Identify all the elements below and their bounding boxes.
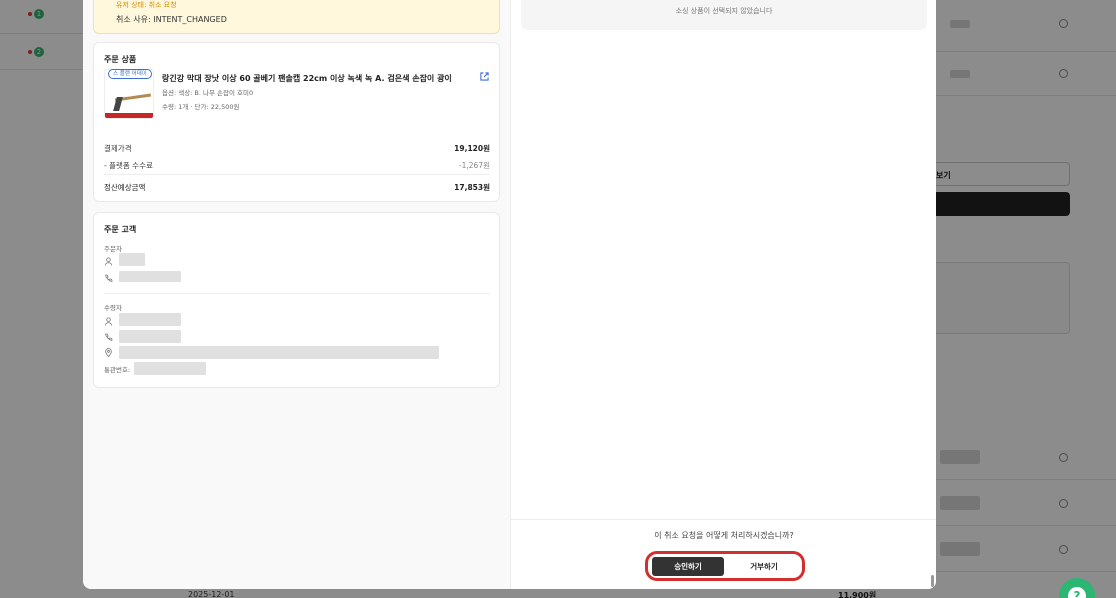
price-label: 결제가격 — [104, 144, 132, 153]
recipient-address-redacted — [119, 346, 439, 359]
sourcing-note: 소싱 상품이 선택되지 않았습니다 — [675, 7, 773, 15]
order-product-card: 주문 상품 스 플랜 어데이 랑긴강 막대 장낫 이상 60 골베기 팬솔캡 2… — [93, 42, 500, 202]
divider — [104, 174, 490, 175]
cancel-reason: 취소 사유: INTENT_CHANGED — [116, 15, 227, 24]
status-box: 유저 상태: 취소 요청 취소 사유: INTENT_CHANGED — [93, 0, 500, 34]
recipient-name-redacted — [119, 313, 181, 326]
thumb-band — [105, 113, 153, 118]
card-title: 주문 고객 — [104, 225, 137, 234]
phone-icon — [105, 333, 113, 341]
help-icon: ? — [1068, 587, 1086, 598]
divider — [104, 293, 490, 294]
price-label: - 플랫폼 수수료 — [104, 161, 153, 170]
orderer-label: 주문자 — [104, 245, 122, 253]
product-option: 옵션: 색상: B. 나무 손잡이 호미0 — [162, 89, 254, 97]
customs-label: 통관번호: — [104, 366, 131, 374]
product-qty-price: 수량: 1개 · 단가: 22,500원 — [162, 103, 240, 111]
card-title: 주문 상품 — [104, 55, 137, 64]
scrollbar[interactable] — [931, 575, 934, 587]
approve-button[interactable]: 승인하기 — [652, 557, 724, 576]
customs-number-redacted — [134, 362, 206, 375]
phone-icon — [105, 274, 113, 282]
decision-question: 이 취소 요청을 어떻게 처리하시겠습니까? — [654, 531, 794, 540]
orderer-name-redacted — [119, 253, 145, 266]
cancel-request-modal: 유저 상태: 취소 요청 취소 사유: INTENT_CHANGED 주문 상품… — [83, 0, 936, 589]
external-link-icon[interactable] — [480, 72, 489, 81]
customer-card: 주문 고객 주문자 수령자 통관번호: — [93, 212, 500, 388]
price-label: 정산예상금액 — [104, 183, 146, 192]
person-icon — [104, 257, 113, 266]
sourcing-panel: 소싱 상품이 선택되지 않았습니다 — [521, 0, 927, 30]
recipient-label: 수령자 — [104, 304, 122, 312]
modal-right-column: 소싱 상품이 선택되지 않았습니다 이 취소 요청을 어떻게 처리하시겠습니까?… — [510, 0, 936, 589]
orderer-phone-redacted — [119, 271, 181, 282]
modal-left-column: 유저 상태: 취소 요청 취소 사유: INTENT_CHANGED 주문 상품… — [83, 0, 510, 589]
person-icon — [104, 317, 113, 326]
price-value: 17,853원 — [454, 183, 490, 192]
decision-footer: 이 취소 요청을 어떻게 처리하시겠습니까? 승인하기 거부하기 — [511, 519, 936, 589]
location-icon — [105, 348, 112, 357]
reject-button[interactable]: 거부하기 — [728, 557, 800, 576]
partner-badge: 스 플랜 어데이 — [108, 69, 152, 79]
status-line: 유저 상태: 취소 요청 — [116, 1, 177, 9]
product-name: 랑긴강 막대 장낫 이상 60 골베기 팬솔캡 22cm 이상 녹색 녹 A. … — [162, 74, 452, 83]
price-value: -1,267원 — [458, 161, 490, 170]
recipient-phone-redacted — [119, 330, 181, 343]
price-value: 19,120원 — [454, 144, 490, 153]
decision-button-group: 승인하기 거부하기 — [645, 551, 805, 581]
